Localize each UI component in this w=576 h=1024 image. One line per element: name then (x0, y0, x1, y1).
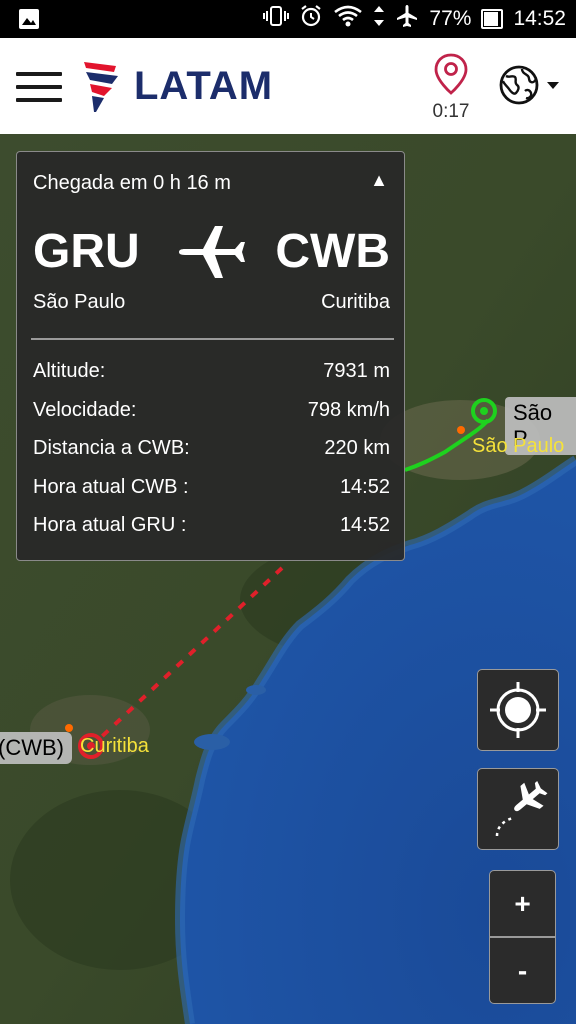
origin-code: GRU (33, 225, 140, 278)
detail-row-altitude: Altitude: 7931 m (33, 360, 390, 399)
detail-row-time-gru: Hora atual GRU : 14:52 (33, 514, 390, 553)
remaining-path-line (94, 566, 284, 744)
detail-label: Distancia a CWB: (33, 437, 190, 459)
menu-icon[interactable] (16, 72, 62, 102)
flight-details: Altitude: 7931 m Velocidade: 798 km/h Di… (33, 360, 390, 553)
status-bar: 77% 14:52 (0, 0, 576, 38)
dest-city-dot (65, 724, 73, 732)
detail-value: 7931 m (323, 360, 390, 382)
airplane-mode-icon (395, 4, 419, 34)
origin-city-label: São Paulo (472, 435, 565, 457)
panel-divider (31, 338, 394, 340)
detail-value: 14:52 (339, 514, 390, 536)
detail-value: 220 km (324, 437, 390, 459)
detail-label: Hora atual GRU : (33, 514, 187, 536)
zoom-in-button[interactable]: + (489, 870, 556, 937)
detail-value: 14:52 (339, 475, 390, 498)
detail-label: Altitude: (33, 360, 106, 382)
data-arrows-icon (373, 5, 385, 33)
globe-icon (499, 65, 539, 105)
status-time: 14:52 (513, 7, 566, 30)
flight-timer[interactable]: 0:17 (428, 52, 474, 123)
destination-code: CWB (275, 225, 390, 278)
language-selector[interactable] (498, 64, 560, 106)
wifi-icon (333, 5, 363, 33)
dest-city-label: Curitiba (80, 735, 149, 757)
battery-percent: 77% (429, 7, 472, 30)
destination-city: Curitiba (321, 291, 390, 313)
flight-path-icon (495, 781, 548, 837)
brand-name: LATAM (134, 63, 274, 108)
origin-city: São Paulo (33, 291, 126, 313)
latam-logo-mark (84, 62, 118, 112)
battery-icon (481, 9, 504, 29)
detail-row-time-cwb: Hora atual CWB : 14:52 (33, 476, 390, 515)
dest-airport-tag[interactable]: (CWB) (0, 732, 72, 764)
arrival-time: Chegada em 0 h 16 m (33, 172, 231, 194)
collapse-icon[interactable]: ▲ (370, 170, 388, 191)
detail-row-distance: Distancia a CWB: 220 km (33, 437, 390, 476)
alarm-icon (299, 4, 323, 34)
detail-label: Hora atual CWB : (33, 475, 189, 498)
origin-city-dot (457, 426, 465, 434)
airplane-icon (177, 220, 247, 289)
crosshair-icon (490, 682, 546, 738)
detail-label: Velocidade: (33, 398, 137, 421)
detail-row-speed: Velocidade: 798 km/h (33, 399, 390, 438)
image-icon (18, 8, 40, 35)
latam-logo: LATAM (82, 56, 273, 116)
location-pin-icon (434, 53, 468, 95)
app-header: LATAM 0:17 (0, 38, 576, 134)
vibrate-icon (263, 5, 290, 33)
zoom-out-button[interactable]: - (489, 937, 556, 1004)
detail-value: 798 km/h (307, 398, 390, 421)
timer-label: 0:17 (432, 101, 470, 122)
flight-info-panel: Chegada em 0 h 16 m ▲ GRU CWB São Paulo … (16, 151, 405, 561)
chevron-down-icon (547, 82, 559, 89)
follow-flight-button[interactable] (477, 768, 559, 850)
my-location-button[interactable] (477, 669, 559, 751)
